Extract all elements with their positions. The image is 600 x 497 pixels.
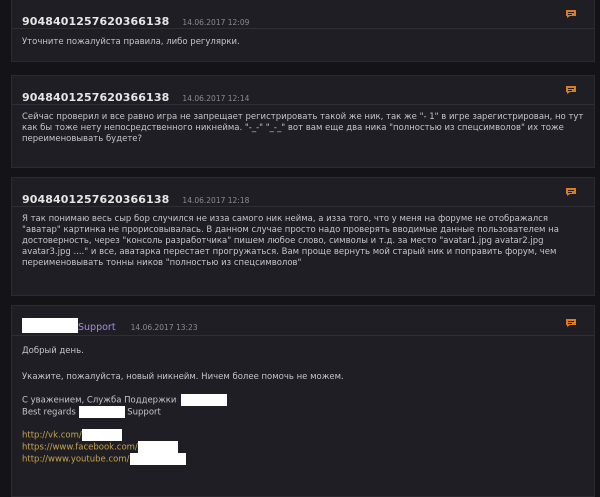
post-body: Добрый день. Укажите, пожалуйста, новый …	[22, 346, 584, 465]
redacted-text	[181, 394, 228, 406]
post-separator	[12, 104, 594, 105]
post-date: 14.06.2017 12:18	[182, 196, 250, 205]
quote-icon[interactable]	[565, 318, 577, 328]
post: 904840125762036613​8 14.06.2017 12:09 Ут…	[11, 0, 595, 62]
post-separator	[12, 28, 594, 29]
link-row: https://www.facebook.com/	[22, 441, 584, 453]
post-date: 14.06.2017 13:23	[130, 323, 198, 332]
post-author[interactable]: 904840125762036613​8	[22, 15, 169, 28]
regards-line: С уважением, Служба Поддержки	[22, 394, 584, 406]
post-separator	[12, 335, 594, 336]
best-regards-text: Best regards	[22, 407, 76, 418]
post-body: Сейчас проверил и все равно игра не запр…	[22, 112, 584, 144]
greeting: Добрый день.	[22, 346, 84, 356]
post-author[interactable]: 904840125762036613​8	[22, 91, 169, 104]
link-row: http://www.youtube.com/	[22, 453, 584, 465]
redacted-name	[22, 318, 78, 333]
link-row: http://vk.com/	[22, 429, 584, 441]
post-header: 904840125762036613​8 14.06.2017 12:18	[22, 188, 250, 206]
vk-link[interactable]: http://vk.com/	[22, 431, 82, 441]
quote-icon[interactable]	[565, 9, 577, 19]
post-header: Support 14.06.2017 13:23	[22, 315, 198, 333]
facebook-link[interactable]: https://www.facebook.com/	[22, 443, 138, 453]
redacted-text	[78, 406, 125, 418]
support-post: Support 14.06.2017 13:23 Добрый день. Ук…	[11, 305, 595, 497]
post-date: 14.06.2017 12:09	[182, 18, 250, 27]
post-body: Уточните пожалуйста правила, либо регуля…	[22, 37, 240, 47]
post-author[interactable]: 904840125762036613​8	[22, 193, 169, 206]
redacted-text	[137, 441, 178, 453]
thread: 904840125762036613​8 14.06.2017 12:09 Ут…	[0, 0, 600, 497]
post-author[interactable]: Support	[78, 322, 116, 333]
regards-text: С уважением, Служба Поддержки	[22, 395, 177, 406]
quote-icon[interactable]	[565, 85, 577, 95]
post: 904840125762036613​8 14.06.2017 12:18 Я …	[11, 177, 595, 296]
post-header: 904840125762036613​8 14.06.2017 12:14	[22, 86, 250, 104]
post: 904840125762036613​8 14.06.2017 12:14 Се…	[11, 75, 595, 168]
post-separator	[12, 206, 594, 207]
best-regards-line: Best regards Support	[22, 406, 584, 418]
redacted-text	[129, 453, 186, 465]
quote-icon[interactable]	[565, 187, 577, 197]
post-header: 904840125762036613​8 14.06.2017 12:09	[22, 10, 250, 28]
support-word: Support	[127, 407, 161, 418]
post-date: 14.06.2017 12:14	[182, 94, 250, 103]
youtube-link[interactable]: http://www.youtube.com/	[22, 455, 130, 465]
redacted-text	[81, 429, 122, 441]
post-body: Я так понимаю весь сыр бор случился не и…	[22, 214, 559, 268]
support-message: Укажите, пожалуйста, новый никнейм. Ниче…	[22, 372, 344, 382]
